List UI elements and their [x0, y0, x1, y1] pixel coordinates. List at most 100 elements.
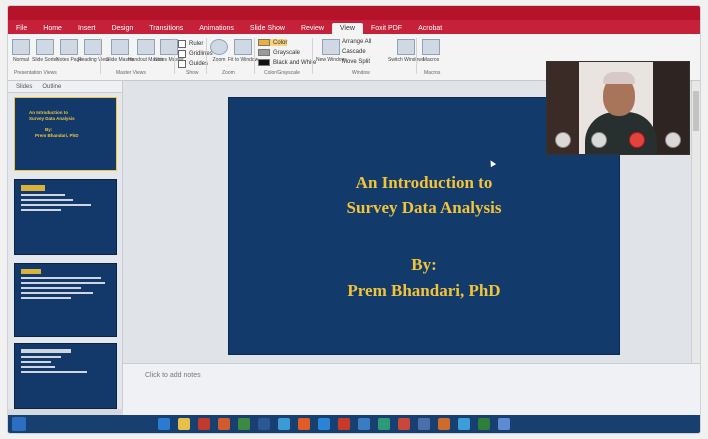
tab-home[interactable]: Home: [35, 23, 70, 34]
new-window-button[interactable]: New Window: [316, 39, 345, 63]
checkbox-box: [178, 60, 186, 68]
thumb-text-line: [21, 204, 91, 206]
tab-animations[interactable]: Animations: [191, 23, 242, 34]
arrange-all-button[interactable]: Arrange All: [342, 39, 371, 45]
divider: [416, 38, 417, 74]
tab-outline[interactable]: Outline: [42, 84, 61, 90]
excel-icon[interactable]: [238, 418, 250, 430]
color-mode-black-white[interactable]: Black and White: [258, 59, 316, 66]
switch-windows-icon: [397, 39, 416, 55]
app-icon[interactable]: [398, 418, 410, 430]
screen: File Home Insert Design Transitions Anim…: [8, 6, 700, 433]
thumb-heading: [21, 349, 71, 353]
skype-icon[interactable]: [318, 418, 330, 430]
move-split-button[interactable]: Move Split: [342, 59, 370, 65]
macros-icon: [422, 39, 440, 55]
tab-file[interactable]: File: [8, 23, 35, 34]
normal-view-icon: [12, 39, 30, 55]
reading-view-button[interactable]: Reading View: [78, 39, 109, 63]
video-call-window[interactable]: [546, 61, 690, 155]
ruler-checkbox[interactable]: Ruler: [178, 40, 203, 48]
thumb-title-line: Survey Data Analysis: [29, 116, 75, 121]
app-icon[interactable]: [458, 418, 470, 430]
thumb-text-line: [21, 282, 105, 284]
divider: [100, 38, 101, 74]
thumb-text-line: [21, 287, 81, 289]
switch-windows-button[interactable]: Switch Windows: [388, 39, 424, 63]
slide-subtitle[interactable]: By: Prem Bhandari, PhD: [229, 252, 619, 304]
slide-thumbnail-4[interactable]: [14, 343, 117, 409]
title-line-2: Survey Data Analysis: [346, 198, 502, 217]
new-window-icon: [321, 39, 340, 55]
divider: [254, 38, 255, 74]
group-macros: Macros: [424, 70, 441, 76]
gridlines-checkbox[interactable]: Gridlines: [178, 50, 213, 58]
app-icon[interactable]: [478, 418, 490, 430]
grayscale-swatch: [258, 49, 270, 56]
slide-master-icon: [110, 39, 129, 55]
tab-review[interactable]: Review: [293, 23, 332, 34]
scrollbar-thumb[interactable]: [693, 91, 699, 131]
ie-icon[interactable]: [158, 418, 170, 430]
camera-icon[interactable]: [591, 132, 607, 148]
author-name: Prem Bhandari, PhD: [347, 281, 501, 300]
app-icon[interactable]: [378, 418, 390, 430]
settings-icon[interactable]: [665, 132, 681, 148]
tab-slide-show[interactable]: Slide Show: [242, 23, 293, 34]
outlook-icon[interactable]: [278, 418, 290, 430]
zoom-icon: [210, 39, 228, 55]
tab-slides[interactable]: Slides: [16, 84, 32, 90]
thumb-heading: [21, 185, 45, 191]
color-mode-grayscale[interactable]: Grayscale: [258, 49, 300, 56]
slide-sorter-button[interactable]: Slide Sorter: [32, 39, 58, 63]
slide-sorter-icon: [36, 39, 55, 55]
taskbar: [8, 415, 700, 433]
tab-insert[interactable]: Insert: [70, 23, 104, 34]
app-icon[interactable]: [358, 418, 370, 430]
start-button-icon[interactable]: [12, 417, 26, 431]
vertical-scrollbar[interactable]: [691, 81, 700, 363]
guides-checkbox[interactable]: Guides: [178, 60, 208, 68]
zoom-button[interactable]: Zoom: [210, 39, 228, 63]
app-icon[interactable]: [438, 418, 450, 430]
slide-title[interactable]: An Introduction to Survey Data Analysis: [229, 170, 619, 220]
mic-icon[interactable]: [555, 132, 571, 148]
thumb-author-line: Prem Bhandari, PhD: [35, 133, 79, 138]
tab-acrobat[interactable]: Acrobat: [410, 23, 450, 34]
app-icon[interactable]: [338, 418, 350, 430]
group-zoom: Zoom: [222, 70, 235, 76]
group-window: Window: [352, 70, 370, 76]
tab-view[interactable]: View: [331, 23, 363, 34]
slide-thumbnail-3[interactable]: [14, 263, 117, 337]
divider: [174, 38, 175, 74]
thumb-title-line: An Introduction to: [29, 110, 68, 115]
folder-icon[interactable]: [178, 418, 190, 430]
tab-foxit-pdf[interactable]: Foxit PDF: [363, 23, 410, 34]
powerpoint-icon[interactable]: [218, 418, 230, 430]
title-line-1: An Introduction to: [355, 173, 493, 192]
color-swatch: [258, 39, 270, 46]
thumb-text-line: [21, 209, 61, 211]
fit-to-window-icon: [234, 39, 253, 55]
by-label: By:: [411, 255, 437, 274]
firefox-icon[interactable]: [298, 418, 310, 430]
thumb-text-line: [21, 356, 61, 358]
end-call-icon[interactable]: [629, 132, 645, 148]
divider: [312, 38, 313, 74]
color-mode-color[interactable]: Color: [258, 39, 288, 46]
word-icon[interactable]: [258, 418, 270, 430]
divider: [206, 38, 207, 74]
participant-cap: [603, 72, 635, 84]
macros-button[interactable]: Macros: [422, 39, 440, 63]
notes-master-icon: [159, 39, 178, 55]
acrobat-icon[interactable]: [198, 418, 210, 430]
app-icon[interactable]: [498, 418, 510, 430]
cascade-button[interactable]: Cascade: [342, 49, 366, 55]
app-icon[interactable]: [418, 418, 430, 430]
tab-transitions[interactable]: Transitions: [141, 23, 191, 34]
tab-design[interactable]: Design: [103, 23, 141, 34]
normal-view-button[interactable]: Normal: [12, 39, 30, 63]
notes-pane[interactable]: Click to add notes: [123, 363, 700, 416]
slide-thumbnail-2[interactable]: [14, 179, 117, 255]
slide-thumbnail-1[interactable]: An Introduction to Survey Data Analysis …: [14, 97, 117, 171]
